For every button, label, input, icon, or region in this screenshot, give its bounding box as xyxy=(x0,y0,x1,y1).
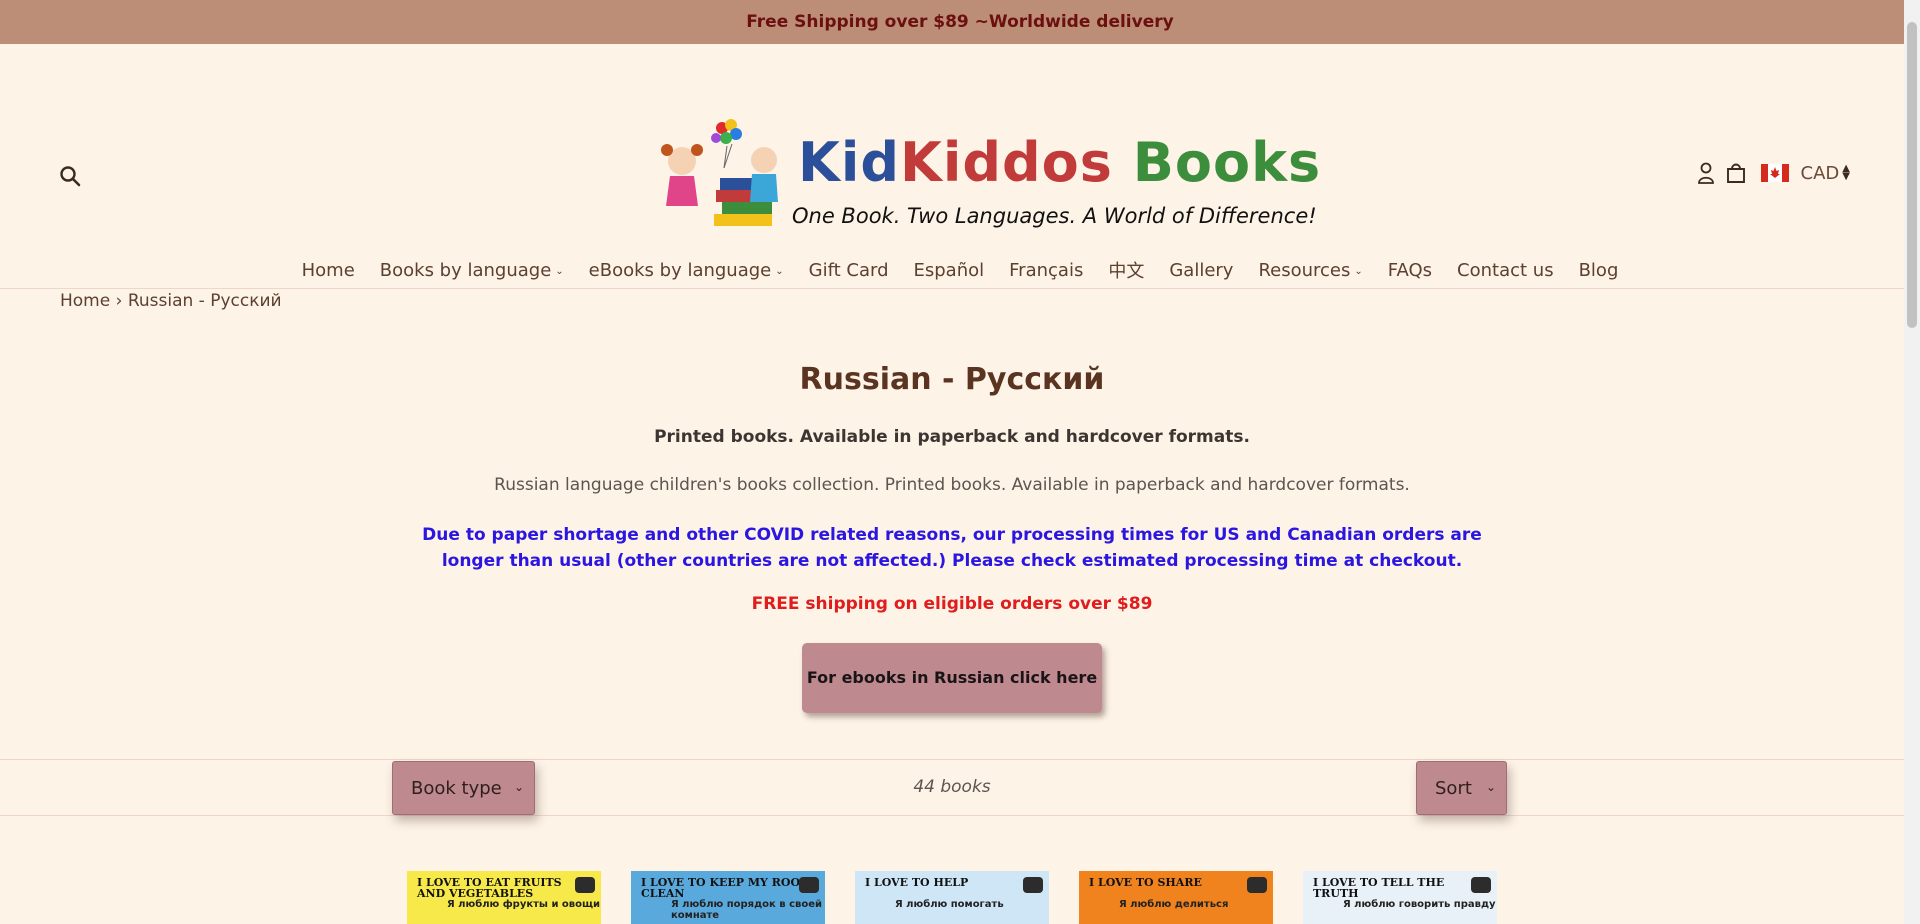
nav-item-label: eBooks by language xyxy=(588,259,772,281)
product-card[interactable]: I Love to Help Я люблю помогать xyxy=(855,871,1049,924)
product-card[interactable]: I Love to Eat Fruits and Vegetables Я люб… xyxy=(407,871,601,924)
product-cover-russian-title: Я люблю фрукты и овощи xyxy=(447,899,601,910)
product-cover-russian-title: Я люблю говорить правду xyxy=(1343,899,1496,910)
breadcrumb: Home › Russian - Русский xyxy=(60,291,282,311)
page-title: Russian - Русский xyxy=(799,362,1105,397)
logo-kids-illustration-icon xyxy=(661,119,778,226)
nav-item-3[interactable]: Gift Card xyxy=(809,257,889,283)
nav-item-label: Gift Card xyxy=(808,259,889,281)
nav-item-1[interactable]: Books by language ⌄ xyxy=(380,257,564,283)
breadcrumb-home-link[interactable]: Home xyxy=(60,291,110,311)
scrollbar-thumb[interactable] xyxy=(1907,22,1917,328)
filter-bar: Book type ⌄ 44 books Sort ⌄ xyxy=(0,759,1904,816)
sort-arrows-icon: ▲ ▼ xyxy=(1842,163,1850,182)
product-card[interactable]: I Love to Tell the Truth Я люблю говорить… xyxy=(1303,871,1497,924)
nav-item-11[interactable]: Blog xyxy=(1579,257,1619,283)
announcement-bar: Free Shipping over $89 ~Worldwide delive… xyxy=(0,0,1920,44)
main-nav: Home Books by language ⌄ eBooks by language… xyxy=(0,257,1920,283)
nav-item-label: Blog xyxy=(1578,259,1619,281)
product-grid: I Love to Eat Fruits and Vegetables Я люб… xyxy=(407,871,1497,924)
product-cover-russian-title: Я люблю порядок в своей комнате xyxy=(671,899,823,921)
nav-item-label: Contact us xyxy=(1457,259,1554,281)
product-cover-russian-title: Я люблю делиться xyxy=(1119,899,1229,910)
nav-item-label: FAQs xyxy=(1387,259,1433,281)
breadcrumb-current: Russian - Русский xyxy=(127,291,282,311)
nav-item-label: Gallery xyxy=(1169,259,1234,281)
free-shipping-notice: FREE shipping on eligible orders over $8… xyxy=(751,594,1153,614)
site-header: KidKiddos Books One Book. Two Languages.… xyxy=(0,44,1920,289)
nav-item-label: Français xyxy=(1009,259,1084,281)
nav-item-7[interactable]: Gallery xyxy=(1169,257,1233,283)
nav-item-10[interactable]: Contact us xyxy=(1457,257,1554,283)
publisher-badge-icon xyxy=(1471,877,1491,893)
canada-flag-icon[interactable] xyxy=(1760,164,1789,182)
collection-subtitle: Printed books. Available in paperback an… xyxy=(654,427,1250,447)
header-actions: CAD ▲ ▼ xyxy=(1695,161,1850,185)
chevron-down-icon: ⌄ xyxy=(775,266,784,277)
chevron-down-icon: ⌄ xyxy=(555,266,564,277)
covid-notice: Due to paper shortage and other COVID re… xyxy=(422,525,1482,571)
chevron-down-icon: ⌄ xyxy=(1485,780,1496,794)
announcement-text: Free Shipping over $89 ~Worldwide delive… xyxy=(746,12,1174,32)
publisher-badge-icon xyxy=(799,877,819,893)
collection-header: Russian - Русский Printed books. Availab… xyxy=(0,362,1904,713)
product-cover-russian-title: Я люблю помогать xyxy=(895,899,1004,910)
cart-icon[interactable] xyxy=(1725,161,1747,185)
product-card[interactable]: I Love to Share Я люблю делиться xyxy=(1079,871,1273,924)
product-count: 44 books xyxy=(913,777,991,797)
ebooks-russian-button[interactable]: For ebooks in Russian click here xyxy=(802,643,1102,713)
nav-item-label: Resources xyxy=(1258,259,1351,281)
product-cover-title: I Love to Share xyxy=(1089,876,1202,889)
nav-item-label: Books by language xyxy=(379,259,552,281)
currency-label: CAD xyxy=(1800,162,1840,184)
breadcrumb-separator: › xyxy=(115,291,123,311)
nav-item-4[interactable]: Español xyxy=(914,257,985,283)
nav-item-9[interactable]: FAQs xyxy=(1388,257,1432,283)
logo-title-kid: Kid xyxy=(798,131,901,194)
nav-item-0[interactable]: Home xyxy=(302,257,355,283)
chevron-down-icon: ⌄ xyxy=(1354,266,1363,277)
nav-item-6[interactable]: 中文 xyxy=(1108,257,1144,283)
publisher-badge-icon xyxy=(1023,877,1043,893)
site-logo[interactable]: KidKiddos Books One Book. Two Languages.… xyxy=(652,116,1320,232)
product-cover-title: I Love to Keep My Room Clean xyxy=(641,876,813,900)
publisher-badge-icon xyxy=(1247,877,1267,893)
logo-title-books: Books xyxy=(1132,131,1322,194)
publisher-badge-icon xyxy=(575,877,595,893)
sort-label: Sort xyxy=(1435,777,1472,799)
product-cover-title: I Love to Eat Fruits and Vegetables xyxy=(417,876,562,900)
logo-title: KidKiddos Books xyxy=(798,136,1321,190)
currency-selector[interactable]: CAD ▲ ▼ xyxy=(1801,163,1850,184)
nav-item-label: Español xyxy=(913,259,985,281)
logo-tagline: One Book. Two Languages. A World of Diff… xyxy=(792,204,1317,228)
nav-item-label: 中文 xyxy=(1108,261,1145,282)
logo-title-kiddos: Kiddos xyxy=(900,131,1113,194)
nav-item-2[interactable]: eBooks by language ⌄ xyxy=(589,257,784,283)
account-icon[interactable] xyxy=(1695,161,1717,185)
nav-item-label: Home xyxy=(301,259,355,281)
sort-select[interactable]: Sort ⌄ xyxy=(1416,761,1507,815)
product-card[interactable]: I Love to Keep My Room Clean Я люблю поря… xyxy=(631,871,825,924)
product-cover-title: I Love to Help xyxy=(865,876,969,889)
product-cover-title: I Love to Tell the Truth xyxy=(1313,876,1445,900)
nav-item-8[interactable]: Resources ⌄ xyxy=(1258,257,1362,283)
search-icon[interactable] xyxy=(58,164,82,188)
nav-item-5[interactable]: Français xyxy=(1009,257,1083,283)
page-scrollbar[interactable] xyxy=(1904,0,1920,924)
collection-description: Russian language children's books collec… xyxy=(494,475,1410,495)
